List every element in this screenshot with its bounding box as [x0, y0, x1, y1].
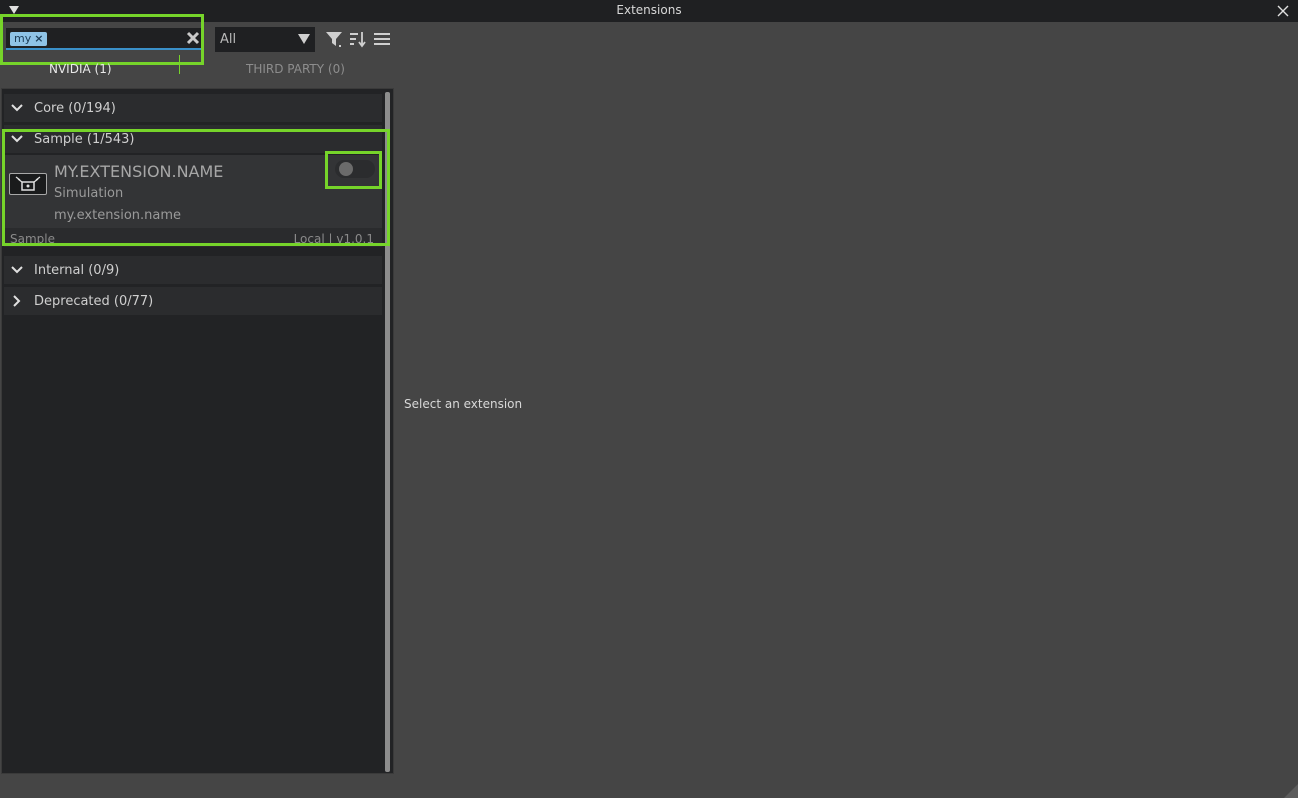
group-deprecated-label: Deprecated (0/77) [34, 293, 154, 309]
close-icon[interactable] [1276, 4, 1290, 18]
tab-divider [179, 55, 180, 74]
extension-repo: Sample [10, 232, 55, 246]
chevron-right-icon [13, 295, 21, 307]
extension-logo-icon [9, 173, 47, 195]
window-titlebar: Extensions [0, 0, 1298, 22]
extension-version: Local | v1.0.1 [293, 232, 374, 246]
tab-third-party[interactable]: THIRD PARTY (0) [246, 62, 345, 76]
group-internal[interactable]: Internal (0/9) [4, 256, 382, 284]
status-strip [0, 774, 1298, 798]
group-core-label: Core (0/194) [34, 100, 116, 116]
chevron-down-icon [298, 34, 310, 44]
window-title: Extensions [616, 3, 682, 17]
extension-id: my.extension.name [54, 208, 182, 223]
enable-toggle[interactable] [335, 160, 375, 178]
group-internal-label: Internal (0/9) [34, 262, 120, 278]
filter-dropdown[interactable]: All [215, 27, 315, 52]
group-sample-label: Sample (1/543) [34, 131, 135, 147]
detail-placeholder: Select an extension [404, 397, 523, 411]
group-sample[interactable]: Sample (1/543) [4, 125, 382, 153]
filter-dropdown-value: All [220, 32, 237, 47]
extension-card[interactable]: MY.EXTENSION.NAME Simulation my.extensio… [4, 155, 382, 247]
tab-nvidia[interactable]: NVIDIA (1) [49, 62, 112, 76]
filter-icon[interactable] [325, 30, 343, 48]
chevron-down-icon [11, 266, 23, 274]
list-scrollbar[interactable] [385, 92, 390, 772]
extension-category: Simulation [54, 186, 124, 201]
remove-tag-icon[interactable]: × [34, 32, 43, 46]
hamburger-menu-icon[interactable] [373, 30, 391, 48]
group-deprecated[interactable]: Deprecated (0/77) [4, 287, 382, 315]
resize-grip-icon[interactable] [1276, 776, 1298, 798]
group-core[interactable]: Core (0/194) [4, 94, 382, 122]
toggle-knob [339, 162, 353, 176]
extension-title: MY.EXTENSION.NAME [54, 162, 224, 181]
search-tag-label: my [14, 32, 32, 45]
sort-icon[interactable] [349, 30, 367, 48]
search-input[interactable]: my × [6, 28, 202, 50]
extension-footer: Sample Local | v1.0.1 [4, 228, 382, 247]
chevron-down-icon [11, 135, 23, 143]
clear-search-icon[interactable] [186, 31, 200, 45]
search-tag-chip: my × [10, 32, 48, 46]
chevron-down-icon [11, 104, 23, 112]
